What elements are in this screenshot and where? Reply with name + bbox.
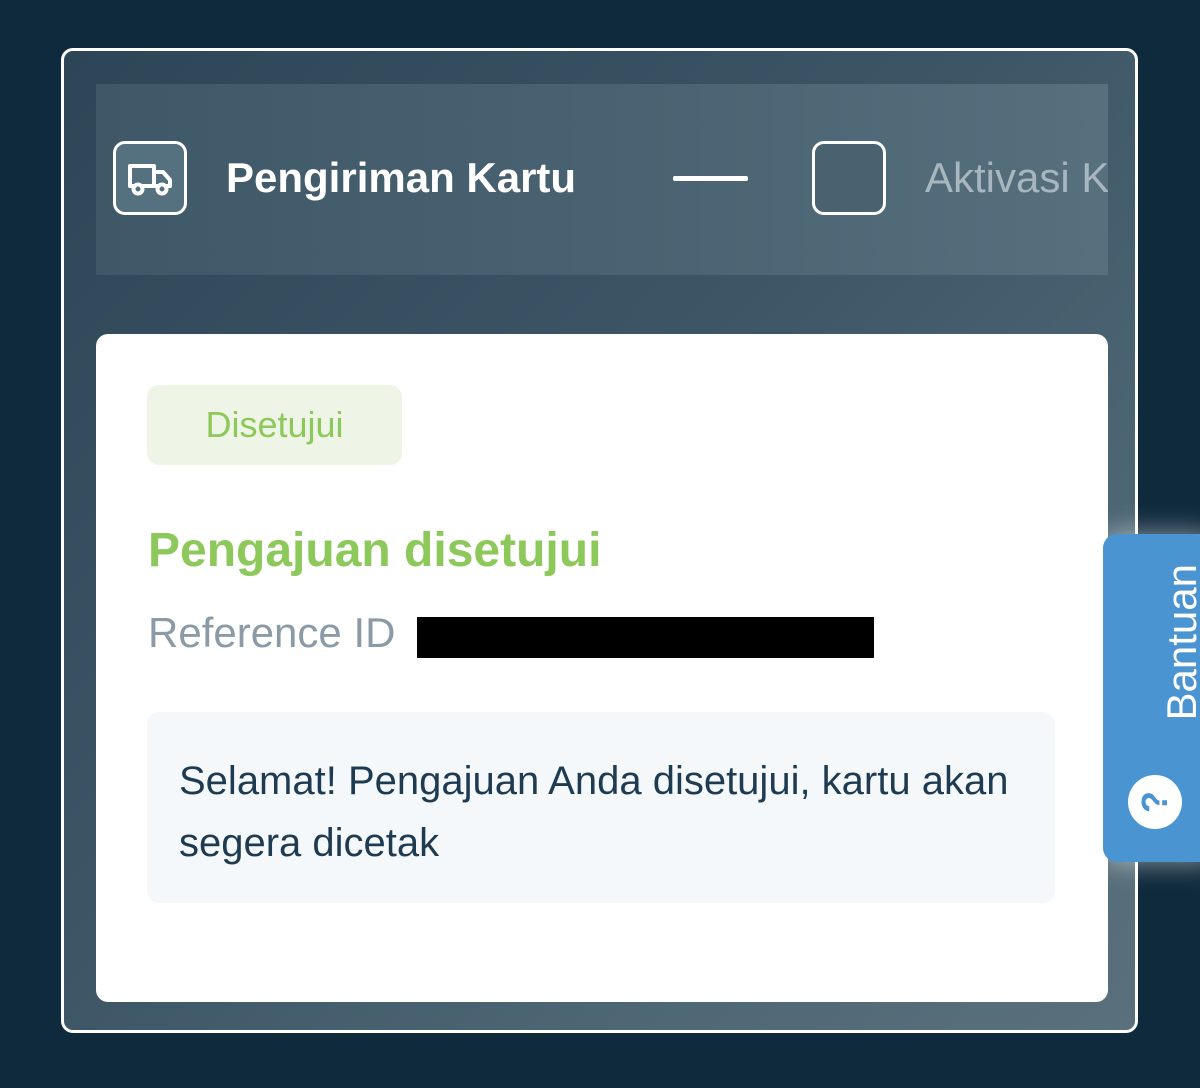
question-icon: ? bbox=[1128, 775, 1182, 829]
truck-icon bbox=[128, 164, 172, 196]
help-button[interactable]: Bantuan ? bbox=[1103, 534, 1200, 862]
status-card: Disetujui Pengajuan disetujui Reference … bbox=[96, 334, 1108, 1002]
step-icon-activation bbox=[812, 141, 886, 215]
status-badge: Disetujui bbox=[147, 385, 402, 465]
reference-id-redacted bbox=[417, 617, 874, 658]
progress-stepper: Pengiriman Kartu Aktivasi Kartu bbox=[96, 84, 1108, 275]
message-text: Selamat! Pengajuan Anda disetujui, kartu… bbox=[179, 759, 1009, 865]
card-activation-panel: Pengiriman Kartu Aktivasi Kartu Disetuju… bbox=[61, 48, 1138, 1033]
step-icon-shipping bbox=[113, 141, 187, 215]
reference-id-label: Reference ID bbox=[148, 609, 396, 656]
step-label-activation: Aktivasi Kartu bbox=[925, 154, 1108, 201]
message-box: Selamat! Pengajuan Anda disetujui, kartu… bbox=[147, 712, 1055, 903]
status-title: Pengajuan disetujui bbox=[148, 524, 602, 577]
svg-text:?: ? bbox=[1134, 791, 1175, 813]
step-connector bbox=[673, 176, 748, 181]
step-label-shipping: Pengiriman Kartu bbox=[226, 154, 577, 201]
help-label: Bantuan bbox=[1158, 564, 1200, 721]
